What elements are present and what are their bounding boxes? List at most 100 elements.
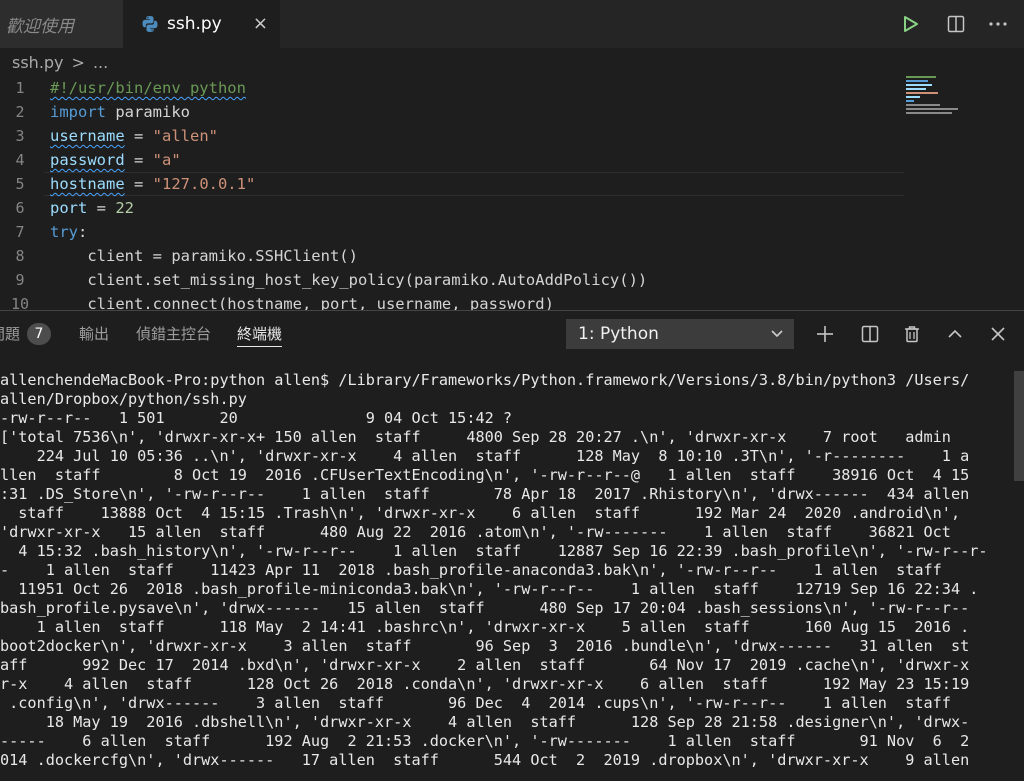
terminal-line: bash_profile.pysave\n', 'drwx------ 15 a… xyxy=(0,599,970,617)
chevron-up-icon xyxy=(948,329,962,338)
editor-tab-bar: 歡迎使用 ssh.py × xyxy=(0,0,1024,48)
code-token: import xyxy=(50,103,106,121)
terminal-line: ----- 6 allen staff 192 Aug 2 21:53 .doc… xyxy=(0,732,970,750)
code-token: try xyxy=(50,223,78,241)
code-line[interactable]: try: xyxy=(50,220,647,244)
tab-welcome-label: 歡迎使用 xyxy=(6,16,74,37)
terminal-line: llen staff 8 Oct 19 2016 .CFUserTextEnco… xyxy=(0,466,970,484)
terminal-line: aff 992 Dec 17 2014 .bxd\n', 'drwxr-xr-x… xyxy=(0,656,970,674)
code-token: client.set_missing_host_key_policy(param… xyxy=(50,271,648,289)
tab-output[interactable]: 輸出 xyxy=(79,322,109,346)
split-terminal-button[interactable] xyxy=(858,322,882,346)
close-panel-button[interactable] xyxy=(986,322,1010,346)
terminal-select[interactable]: 1: Python xyxy=(566,319,794,349)
code-token: client = paramiko.SSHClient() xyxy=(50,247,358,265)
minimap[interactable] xyxy=(906,76,964,136)
breadcrumb-more[interactable]: ... xyxy=(93,53,108,72)
terminal-select-value: 1: Python xyxy=(578,324,659,344)
tab-ssh-py[interactable]: ssh.py × xyxy=(123,0,280,48)
terminal-line: 1 allen staff 118 May 2 14:41 .bashrc\n'… xyxy=(0,618,970,636)
breadcrumb: ssh.py > ... xyxy=(0,48,1024,76)
terminal-line: 'drwxr-xr-x 15 allen staff 480 Aug 22 20… xyxy=(0,523,951,541)
terminal-line: -rw-r--r-- 1 501 20 9 04 Oct 15:42 ? xyxy=(0,409,513,427)
run-button[interactable] xyxy=(899,12,923,36)
code-editor[interactable]: 1 2 3 4 5 6 7 8 9 10 #!/usr/bin/env python import … xyxy=(0,76,1024,310)
terminal-line: 224 Jul 10 05:36 ..\n', 'drwxr-xr-x 4 al… xyxy=(0,447,970,465)
tab-terminal[interactable]: 終端機 xyxy=(237,322,283,347)
line-number: 1 xyxy=(15,79,25,97)
code-line[interactable]: port = 22 xyxy=(50,196,647,220)
terminal-line: allenchendeMacBook-Pro:python allen$ /Li… xyxy=(0,371,970,389)
terminal-scrollbar[interactable] xyxy=(1014,371,1024,481)
bottom-panel: 問題 7 輸出 偵錯主控台 終端機 1: Python xyxy=(0,310,1024,781)
python-icon xyxy=(142,16,158,32)
line-number: 2 xyxy=(15,103,25,121)
chevron-down-icon xyxy=(770,319,784,359)
tab-problems[interactable]: 問題 xyxy=(0,322,20,346)
terminal-line: 18 May 19 2016 .dbshell\n', 'drwxr-xr-x … xyxy=(0,713,970,731)
line-number: 8 xyxy=(15,247,25,265)
code-line[interactable]: client = paramiko.SSHClient() xyxy=(50,244,647,268)
new-terminal-button[interactable] xyxy=(813,322,837,346)
split-terminal-icon xyxy=(861,325,879,343)
terminal-line: r-x 4 allen staff 128 Oct 26 2018 .conda… xyxy=(0,675,970,693)
code-token: #!/usr/bin/env python xyxy=(50,79,246,97)
line-number: 5 xyxy=(15,175,25,193)
breadcrumb-file[interactable]: ssh.py xyxy=(12,53,64,72)
line-number: 7 xyxy=(15,223,25,241)
tab-welcome[interactable]: 歡迎使用 xyxy=(0,0,123,48)
line-number: 4 xyxy=(15,151,25,169)
code-token: client.connect(hostname, port, username,… xyxy=(50,295,554,310)
terminal-line: ['total 7536\n', 'drwxr-xr-x+ 150 allen … xyxy=(0,428,951,446)
terminal-line: allen/Dropbox/python/ssh.py xyxy=(0,390,247,408)
code-token: "allen" xyxy=(152,127,218,145)
terminal-output[interactable]: allenchendeMacBook-Pro:python allen$ /Li… xyxy=(0,371,1010,770)
run-icon xyxy=(904,16,918,32)
tab-close-button[interactable]: × xyxy=(253,13,268,34)
line-number: 3 xyxy=(15,127,25,145)
code-line[interactable]: client.connect(hostname, port, username,… xyxy=(50,292,647,310)
split-editor-button[interactable] xyxy=(944,12,968,36)
line-number: 10 xyxy=(10,295,30,310)
code-token: = xyxy=(124,175,153,193)
terminal-line: :31 .DS_Store\n', '-rw-r--r-- 1 allen st… xyxy=(0,485,970,503)
more-actions-icon xyxy=(989,22,1007,26)
code-token: "127.0.0.1" xyxy=(152,175,256,193)
trash-icon xyxy=(905,326,919,343)
code-token: username xyxy=(50,127,125,145)
code-lines[interactable]: #!/usr/bin/env python import paramiko user… xyxy=(50,76,647,310)
more-actions-button[interactable] xyxy=(986,12,1010,36)
code-token: = xyxy=(124,127,153,145)
line-number-gutter: 1 2 3 4 5 6 7 8 9 10 xyxy=(0,76,40,310)
code-token: port xyxy=(50,199,88,217)
terminal-line: 11951 Oct 26 2018 .bash_profile-minicond… xyxy=(0,580,979,598)
split-editor-icon xyxy=(947,15,965,33)
terminal-line: staff 13888 Oct 4 15:15 .Trash\n', 'drwx… xyxy=(0,504,961,522)
kill-terminal-button[interactable] xyxy=(900,322,924,346)
terminal-line: 014 .dockercfg\n', 'drwx------ 17 allen … xyxy=(0,751,970,769)
plus-icon xyxy=(817,326,833,342)
code-token: hostname xyxy=(50,175,125,193)
code-token: = xyxy=(124,151,153,169)
code-token: = xyxy=(87,199,116,217)
code-line[interactable]: import paramiko xyxy=(50,100,647,124)
code-token: paramiko xyxy=(106,103,190,121)
code-token: 22 xyxy=(115,199,134,217)
code-line[interactable]: password = "a" xyxy=(50,148,647,172)
code-line[interactable]: hostname = "127.0.0.1" xyxy=(50,172,647,196)
code-token: password xyxy=(50,151,125,169)
terminal-line: - 1 allen staff 11423 Apr 11 2018 .bash_… xyxy=(0,561,942,579)
code-line[interactable]: client.set_missing_host_key_policy(param… xyxy=(50,268,647,292)
maximize-panel-button[interactable] xyxy=(943,322,967,346)
terminal-line: boot2docker\n', 'drwxr-xr-x 3 allen staf… xyxy=(0,637,970,655)
code-line[interactable]: username = "allen" xyxy=(50,124,647,148)
problems-count-badge: 7 xyxy=(27,323,51,345)
code-line[interactable]: #!/usr/bin/env python xyxy=(50,76,647,100)
line-number: 9 xyxy=(15,271,25,289)
chevron-right-icon: > xyxy=(71,52,85,72)
code-token: "a" xyxy=(152,151,181,169)
tab-debug-console[interactable]: 偵錯主控台 xyxy=(136,322,211,346)
terminal-line: 4 15:32 .bash_history\n', '-rw-r--r-- 1 … xyxy=(0,542,988,560)
panel-header: 問題 7 輸出 偵錯主控台 終端機 1: Python xyxy=(0,311,1024,357)
code-token: : xyxy=(78,223,88,241)
